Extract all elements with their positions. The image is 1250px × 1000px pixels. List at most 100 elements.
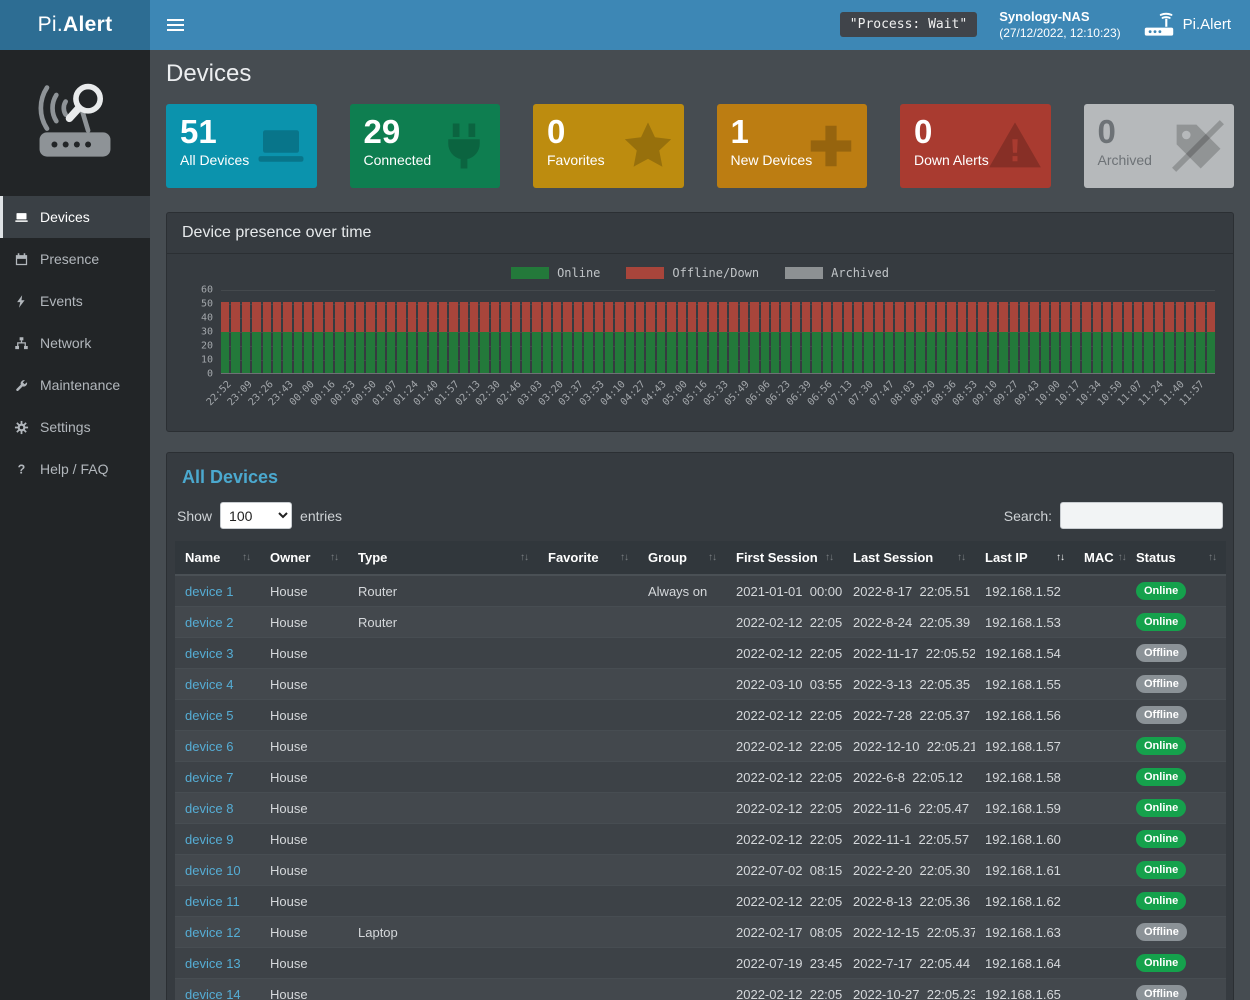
device-link[interactable]: device 4 xyxy=(185,677,233,692)
device-link[interactable]: device 12 xyxy=(185,925,241,940)
bar-segment-online xyxy=(408,332,416,374)
bar-segment-offline-down xyxy=(1020,302,1028,331)
header: Pi.Alert "Process: Wait" Synology-NAS (2… xyxy=(0,0,1250,50)
sidebar-item-settings[interactable]: Settings xyxy=(0,406,150,448)
cell-first-session: 2022-02-12 22:05 xyxy=(726,700,843,731)
bar-segment-offline-down xyxy=(1155,302,1163,331)
bar-segment-online xyxy=(314,332,322,374)
legend-item-offline-down[interactable]: Offline/Down xyxy=(626,266,759,280)
brand-suffix: Alert xyxy=(63,13,112,37)
presence-panel: Device presence over time OnlineOffline/… xyxy=(166,212,1234,432)
cell-type xyxy=(348,793,538,824)
table-row: device 12HouseLaptop2022-02-17 08:052022… xyxy=(175,917,1226,948)
bar-segment-online xyxy=(1196,332,1204,374)
chart-bar xyxy=(429,290,437,373)
legend-item-archived[interactable]: Archived xyxy=(785,266,889,280)
card-new-devices[interactable]: 1New Devices xyxy=(717,104,868,188)
bar-segment-online xyxy=(958,332,966,374)
device-link[interactable]: device 14 xyxy=(185,987,241,1000)
summary-cards: 51All Devices 29Connected 0Favorites 1New D… xyxy=(166,104,1234,188)
column-header-last-session[interactable]: Last Session↑↓ xyxy=(843,541,975,575)
chart-bar xyxy=(771,290,779,373)
column-header-mac[interactable]: MAC↑↓ xyxy=(1074,541,1126,575)
chart-bar xyxy=(1010,290,1018,373)
chart-bar xyxy=(989,290,997,373)
device-link[interactable]: device 2 xyxy=(185,615,233,630)
cell-type: Router xyxy=(348,575,538,607)
cell-type xyxy=(348,855,538,886)
device-link[interactable]: device 6 xyxy=(185,739,233,754)
bar-segment-offline-down xyxy=(501,302,509,331)
device-link[interactable]: device 1 xyxy=(185,584,233,599)
bar-segment-offline-down xyxy=(584,302,592,331)
bar-segment-online xyxy=(501,332,509,374)
cell-mac xyxy=(1074,762,1126,793)
bar-segment-online xyxy=(387,332,395,374)
card-all-devices[interactable]: 51All Devices xyxy=(166,104,317,188)
card-archived[interactable]: 0Archived xyxy=(1084,104,1235,188)
bar-segment-offline-down xyxy=(346,302,354,331)
cell-status: Offline xyxy=(1126,669,1226,700)
bar-segment-offline-down xyxy=(522,302,530,331)
column-header-name[interactable]: Name↑↓ xyxy=(175,541,260,575)
cell-name: device 6 xyxy=(175,731,260,762)
brand-logo[interactable]: Pi.Alert xyxy=(0,0,150,50)
app-badge[interactable]: Pi.Alert xyxy=(1143,12,1235,38)
sidebar-item-maintenance[interactable]: Maintenance xyxy=(0,364,150,406)
sidebar-item-presence[interactable]: Presence xyxy=(0,238,150,280)
column-header-group[interactable]: Group↑↓ xyxy=(638,541,726,575)
legend-item-online[interactable]: Online xyxy=(511,266,600,280)
chart-bar xyxy=(1072,290,1080,373)
device-link[interactable]: device 3 xyxy=(185,646,233,661)
chart-bar xyxy=(283,290,291,373)
table-row: device 14House2022-02-12 22:052022-10-27… xyxy=(175,979,1226,1000)
sidebar-item-network[interactable]: Network xyxy=(0,322,150,364)
table-row: device 2HouseRouter2022-02-12 22:052022-… xyxy=(175,607,1226,638)
device-link[interactable]: device 11 xyxy=(185,894,240,909)
entries-select[interactable]: 100 xyxy=(220,502,292,529)
bar-segment-offline-down xyxy=(273,302,281,331)
chart-bar xyxy=(698,290,706,373)
cell-owner: House xyxy=(260,638,348,669)
device-link[interactable]: device 9 xyxy=(185,832,233,847)
bar-segment-online xyxy=(719,332,727,374)
chart-bar xyxy=(1165,290,1173,373)
cell-name: device 1 xyxy=(175,575,260,607)
question-icon: ? xyxy=(14,462,30,477)
cell-favorite xyxy=(538,638,638,669)
card-favorites[interactable]: 0Favorites xyxy=(533,104,684,188)
cell-owner: House xyxy=(260,917,348,948)
bar-segment-online xyxy=(823,332,831,374)
bar-segment-offline-down xyxy=(958,302,966,331)
show-label: Show xyxy=(177,508,212,524)
bar-segment-offline-down xyxy=(1113,302,1121,331)
cell-first-session: 2022-07-19 23:45 xyxy=(726,948,843,979)
device-link[interactable]: device 7 xyxy=(185,770,233,785)
column-header-first-session[interactable]: First Session↑↓ xyxy=(726,541,843,575)
sidebar-item-devices[interactable]: Devices xyxy=(0,196,150,238)
star-icon xyxy=(621,119,675,173)
card-down-alerts[interactable]: 0Down Alerts xyxy=(900,104,1051,188)
hamburger-menu-icon[interactable] xyxy=(165,15,186,35)
sidebar-item-events[interactable]: Events xyxy=(0,280,150,322)
device-link[interactable]: device 10 xyxy=(185,863,241,878)
sidebar-item-help-faq[interactable]: ?Help / FAQ xyxy=(0,448,150,490)
cell-status: Offline xyxy=(1126,638,1226,669)
bar-segment-offline-down xyxy=(491,302,499,331)
chart-bar xyxy=(480,290,488,373)
table-row: device 4House2022-03-10 03:552022-3-13 2… xyxy=(175,669,1226,700)
bar-segment-offline-down xyxy=(314,302,322,331)
column-header-owner[interactable]: Owner↑↓ xyxy=(260,541,348,575)
bar-segment-online xyxy=(346,332,354,374)
device-link[interactable]: device 5 xyxy=(185,708,233,723)
column-header-last-ip[interactable]: Last IP↑↓ xyxy=(975,541,1074,575)
chart-bar xyxy=(844,290,852,373)
card-connected[interactable]: 29Connected xyxy=(350,104,501,188)
column-header-type[interactable]: Type↑↓ xyxy=(348,541,538,575)
search-input[interactable] xyxy=(1060,502,1223,529)
column-header-status[interactable]: Status↑↓ xyxy=(1126,541,1226,575)
device-link[interactable]: device 8 xyxy=(185,801,233,816)
bar-segment-online xyxy=(771,332,779,374)
device-link[interactable]: device 13 xyxy=(185,956,241,971)
column-header-favorite[interactable]: Favorite↑↓ xyxy=(538,541,638,575)
